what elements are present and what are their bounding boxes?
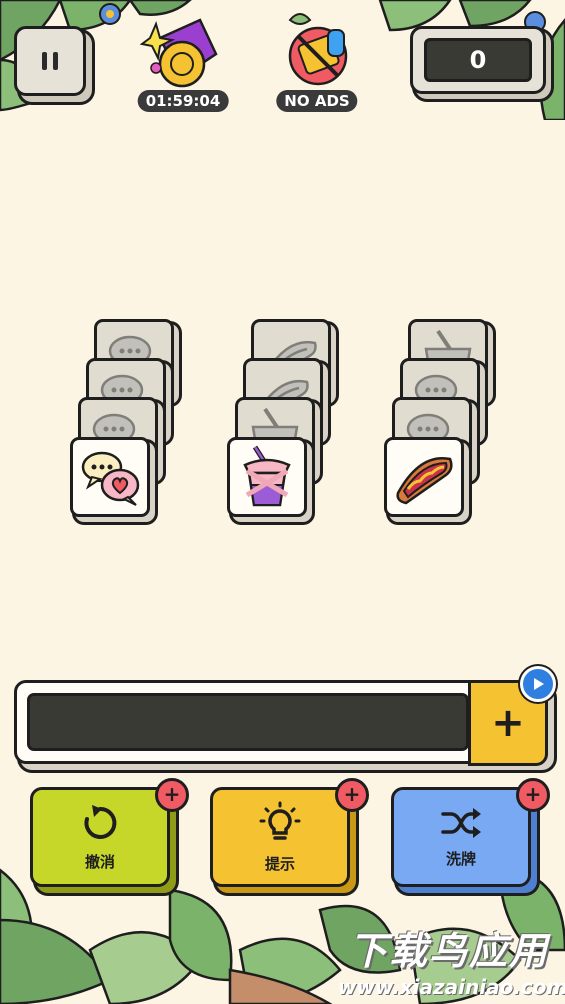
pause-icon	[42, 52, 58, 70]
no-ads-label: NO ADS	[276, 90, 358, 112]
shuffle-icon	[441, 807, 481, 838]
timer-text: 01:59:04	[137, 90, 229, 112]
score-value: 0	[424, 38, 532, 82]
shuffle-label: 洗牌	[445, 849, 476, 868]
tile-hot-dog[interactable]	[384, 437, 464, 517]
pause-button[interactable]	[14, 26, 86, 96]
tile-speech-heart[interactable]	[70, 437, 150, 517]
speech-bubble-heart-icon	[81, 451, 140, 506]
shuffle-button[interactable]: 洗牌 +	[391, 778, 550, 887]
tray-slots	[27, 693, 469, 751]
undo-label: 撤消	[84, 852, 115, 871]
hint-button[interactable]: 提示 +	[210, 778, 369, 887]
tile-tray: +	[14, 680, 548, 766]
watermark-url: www.xiazainiao.com	[338, 975, 565, 999]
undo-icon	[84, 804, 117, 839]
bubble-tea-icon	[243, 445, 291, 507]
hint-label: 提示	[264, 854, 295, 873]
video-ad-icon[interactable]	[520, 666, 556, 702]
hot-dog-icon	[396, 456, 453, 505]
event-timer[interactable]: 01:59:04	[137, 18, 229, 112]
no-ads-button[interactable]: NO ADS	[272, 10, 362, 112]
tile-bubble-tea[interactable]	[227, 437, 307, 517]
watermark: 下载鸟应用 www.xiazainiao.com	[338, 920, 565, 1000]
score-panel: 0	[410, 26, 546, 94]
hint-plus-badge[interactable]: +	[335, 778, 369, 812]
undo-button[interactable]: 撤消 +	[30, 778, 189, 887]
no-ads-icon	[288, 13, 348, 86]
shuffle-plus-badge[interactable]: +	[516, 778, 550, 812]
watermark-main: 下载鸟应用	[348, 929, 549, 973]
event-badge-icon	[140, 18, 218, 88]
undo-plus-badge[interactable]: +	[155, 778, 189, 812]
lightbulb-icon	[259, 801, 301, 840]
